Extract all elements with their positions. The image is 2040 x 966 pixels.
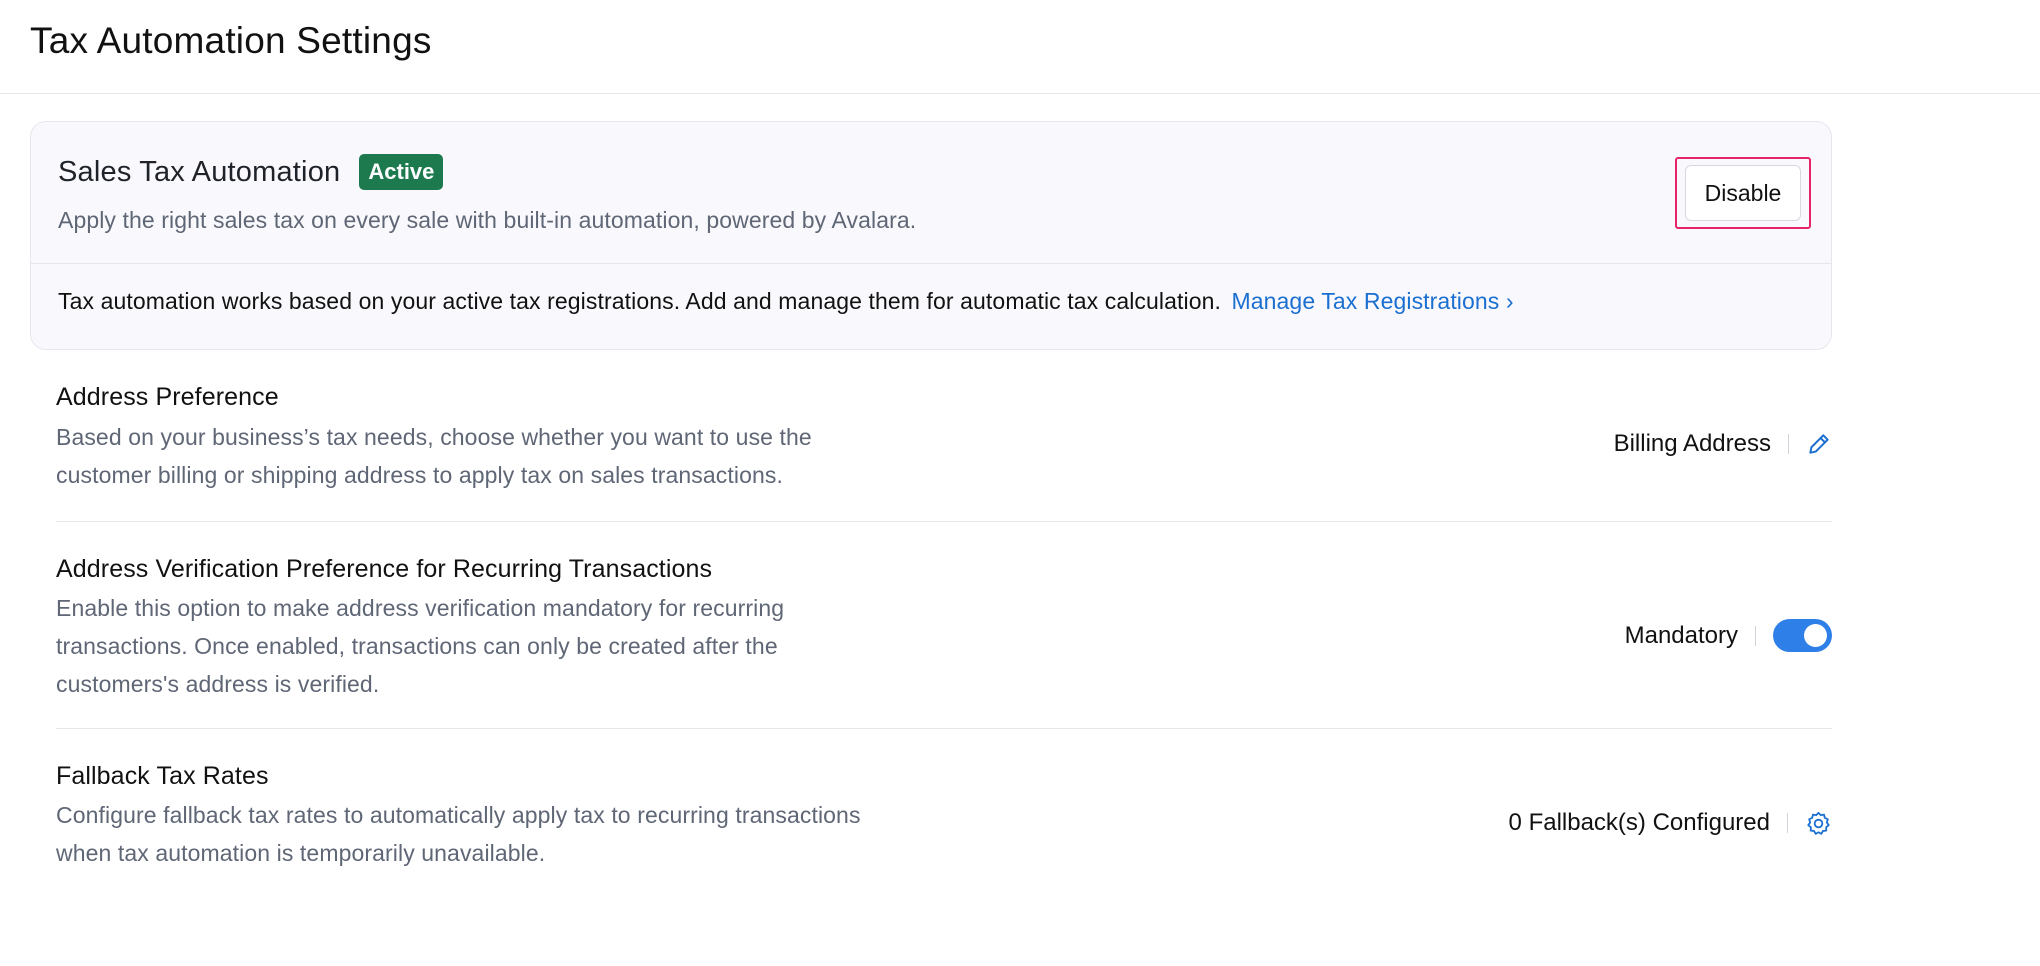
- address-preference-value: Billing Address: [1613, 430, 1771, 457]
- divider: [1755, 625, 1756, 646]
- divider: [1788, 434, 1789, 454]
- description-line: when tax automation is temporarily unava…: [56, 840, 546, 866]
- status-badge: Active: [359, 154, 444, 190]
- info-text: Tax automation works based on your activ…: [58, 288, 1221, 314]
- description-line: customers's address is verified.: [56, 671, 380, 697]
- gear-icon[interactable]: [1805, 810, 1832, 837]
- divider: [1787, 813, 1788, 833]
- pencil-icon[interactable]: [1806, 431, 1832, 457]
- setting-description: Configure fallback tax rates to automati…: [56, 796, 861, 872]
- fallback-tax-rates-control: 0 Fallback(s) Configured: [1509, 809, 1832, 837]
- card-title: Sales Tax Automation: [58, 155, 341, 188]
- description-line: Configure fallback tax rates to automati…: [56, 802, 861, 828]
- card-description: Apply the right sales tax on every sale …: [58, 207, 917, 233]
- setting-description: Enable this option to make address verif…: [56, 589, 784, 703]
- page-header: Tax Automation Settings: [0, 0, 2040, 94]
- setting-title: Address Verification Preference for Recu…: [56, 555, 713, 583]
- description-line: Based on your business’s tax needs, choo…: [56, 424, 812, 450]
- fallback-tax-rates-row: Fallback Tax Rates Configure fallback ta…: [56, 729, 1832, 889]
- setting-description: Based on your business’s tax needs, choo…: [56, 418, 812, 494]
- mandatory-toggle[interactable]: [1773, 619, 1832, 652]
- setting-title: Address Preference: [56, 383, 279, 411]
- description-line: Enable this option to make address verif…: [56, 595, 785, 621]
- card-header: Sales Tax Automation Active Apply the ri…: [31, 122, 1831, 264]
- address-preference-row: Address Preference Based on your busines…: [56, 350, 1832, 522]
- address-verification-row: Address Verification Preference for Recu…: [56, 522, 1832, 729]
- tax-registrations-info: Tax automation works based on your activ…: [58, 288, 1514, 315]
- manage-tax-registrations-link[interactable]: Manage Tax Registrations ›: [1232, 288, 1514, 314]
- disable-button-focus-outline: Disable: [1675, 157, 1811, 229]
- description-line: customer billing or shipping address to …: [56, 462, 783, 488]
- card-title-row: Sales Tax Automation Active: [58, 154, 444, 190]
- description-line: transactions. Once enabled, transactions…: [56, 633, 778, 659]
- page-title: Tax Automation Settings: [30, 20, 432, 61]
- address-preference-control: Billing Address: [1614, 430, 1832, 458]
- fallback-count-value: 0 Fallback(s) Configured: [1508, 809, 1770, 836]
- address-verification-value: Mandatory: [1624, 621, 1738, 649]
- sales-tax-automation-card: Sales Tax Automation Active Apply the ri…: [30, 121, 1832, 350]
- setting-title: Fallback Tax Rates: [56, 762, 269, 790]
- toggle-knob: [1804, 624, 1827, 647]
- address-verification-control: Mandatory: [1625, 619, 1832, 652]
- disable-button[interactable]: Disable: [1685, 165, 1801, 221]
